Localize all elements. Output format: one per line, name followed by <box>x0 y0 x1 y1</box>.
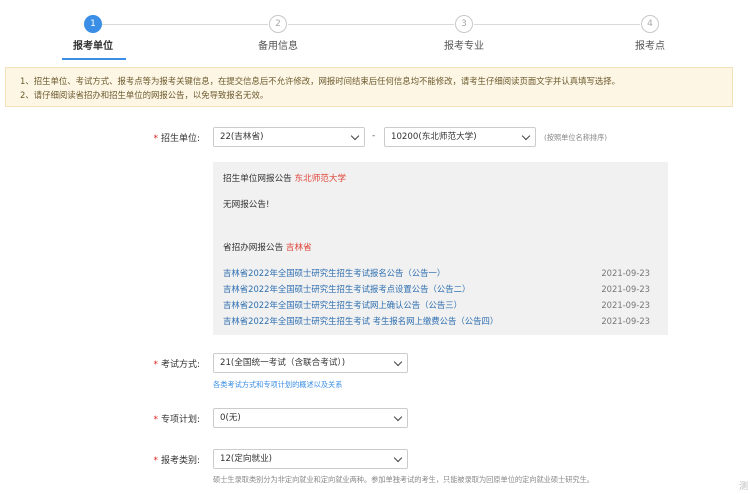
unit-name: 东北师范大学 <box>294 174 347 184</box>
exam-mode-select[interactable]: 21(全国统一考试（含联合考试）) <box>213 353 408 373</box>
announcement-link[interactable]: 吉林省2022年全国硕士研究生招生考试 考生报名网上缴费公告（公告四） 2021… <box>223 313 658 329</box>
active-step-indicator <box>62 58 126 60</box>
step-1[interactable]: 1 报考单位 <box>48 15 138 52</box>
step-label: 报考单位 <box>73 41 113 52</box>
notice-box: 1、招生单位、考试方式、报考点等为报考关键信息，在提交信息后不允许修改，网报时间… <box>5 67 733 107</box>
step-label: 报考点 <box>635 41 665 52</box>
step-4[interactable]: 4 报考点 <box>605 15 695 52</box>
required-mark: * <box>153 415 158 425</box>
separator: - <box>372 131 376 141</box>
step-number: 3 <box>455 15 473 33</box>
step-number: 4 <box>641 15 659 33</box>
announcement-date: 2021-09-23 <box>601 284 650 294</box>
chevron-down-icon <box>521 131 531 141</box>
category-hint: 硕士生录取类别分为非定向就业和定向就业两种。参加单独考试的考生，只能被录取为回原… <box>213 475 594 484</box>
step-label: 报考专业 <box>444 41 484 52</box>
required-mark: * <box>153 456 158 466</box>
chevron-down-icon <box>393 453 403 463</box>
category-label: * 报考类别: <box>153 456 200 466</box>
step-label: 备用信息 <box>258 41 298 52</box>
sort-note: (按照单位名称排序) <box>544 133 608 142</box>
special-plan-select[interactable]: 0(无) <box>213 408 408 428</box>
announcement-link[interactable]: 吉林省2022年全国硕士研究生招生考试报名公告（公告一） 2021-09-23 <box>223 265 658 281</box>
step-progress: 1 报考单位 2 备用信息 3 报考专业 4 报考点 <box>0 0 750 62</box>
unit-notice-title: 招生单位网报公告 东北师范大学 <box>223 174 347 184</box>
step-3[interactable]: 3 报考专业 <box>419 15 509 52</box>
province-select[interactable]: 22(吉林省) <box>213 127 365 147</box>
chevron-down-icon <box>350 131 360 141</box>
announcement-link[interactable]: 吉林省2022年全国硕士研究生招生考试网上确认公告（公告三） 2021-09-2… <box>223 297 658 313</box>
special-plan-label: * 专项计划: <box>153 415 200 425</box>
watermark: 测 <box>738 482 748 492</box>
unit-notice-content: 无网报公告! <box>223 200 270 210</box>
announcement-date: 2021-09-23 <box>601 268 650 278</box>
announcement-link[interactable]: 吉林省2022年全国硕士研究生招生考试报考点设置公告（公告二） 2021-09-… <box>223 281 658 297</box>
exam-mode-label: * 考试方式: <box>153 360 200 370</box>
school-select[interactable]: 10200(东北师范大学) <box>384 127 536 147</box>
chevron-down-icon <box>393 357 403 367</box>
province-name: 吉林省 <box>285 243 312 253</box>
province-notice-title: 省招办网报公告 吉林省 <box>223 243 312 253</box>
unit-label: * 招生单位: <box>153 134 200 144</box>
province-notice-panel: 省招办网报公告 吉林省 吉林省2022年全国硕士研究生招生考试报名公告（公告一）… <box>213 231 668 335</box>
exam-mode-help-link[interactable]: 各类考试方式和专项计划的概述以及关系 <box>213 380 342 390</box>
notice-line-2: 2、请仔细阅读省招办和招生单位的网报公告，以免导致报名无效。 <box>20 90 269 100</box>
required-mark: * <box>153 134 158 144</box>
required-mark: * <box>153 360 158 370</box>
announcement-date: 2021-09-23 <box>601 300 650 310</box>
announcement-date: 2021-09-23 <box>601 316 650 326</box>
notice-line-1: 1、招生单位、考试方式、报考点等为报考关键信息，在提交信息后不允许修改，网报时间… <box>20 76 620 86</box>
step-number: 1 <box>84 15 102 33</box>
chevron-down-icon <box>393 412 403 422</box>
category-select[interactable]: 12(定向就业) <box>213 449 408 469</box>
step-2[interactable]: 2 备用信息 <box>233 15 323 52</box>
step-number: 2 <box>269 15 287 33</box>
